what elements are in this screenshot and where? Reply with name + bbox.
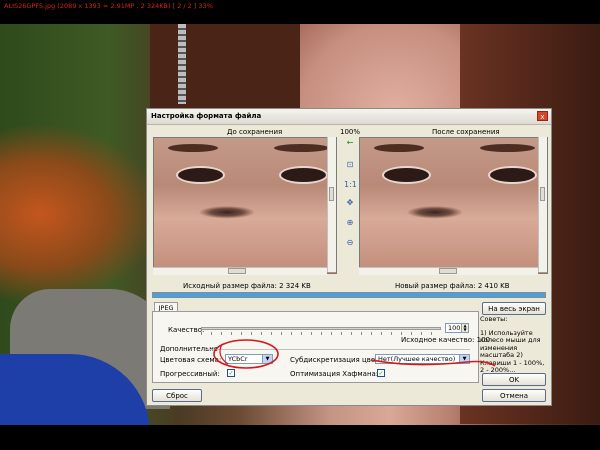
- cancel-button[interactable]: Отмена: [482, 389, 546, 402]
- ok-button[interactable]: OK: [482, 373, 546, 386]
- dialog-title: Настройка формата файла: [151, 112, 262, 120]
- actual-size-icon[interactable]: 1:1: [344, 179, 357, 191]
- before-vscroll[interactable]: [327, 137, 336, 272]
- viewer-title: ALIS26GPFS.jpg (2089 x 1393 = 2.91MP , 2…: [4, 2, 213, 10]
- subsampling-label: Субдискретизация цвета:: [290, 356, 386, 364]
- tips-panel: Советы: 1) Используйте колесо мыши для и…: [480, 315, 548, 375]
- before-save-label: До сохранения: [227, 128, 283, 136]
- huffman-checkbox[interactable]: ✓: [377, 369, 385, 377]
- color-scheme-select[interactable]: YCbCr ▼: [225, 354, 273, 364]
- progress-fill: [153, 293, 545, 297]
- quality-spinner[interactable]: 100 ▲ ▼: [445, 323, 469, 333]
- color-scheme-label: Цветовая схема:: [160, 356, 222, 364]
- before-hscroll[interactable]: [153, 267, 327, 275]
- zoom-out-icon[interactable]: ⊖: [344, 237, 356, 249]
- arrow-left-icon[interactable]: ←: [344, 137, 356, 149]
- quality-label: Качество:: [168, 326, 205, 334]
- after-save-label: После сохранения: [432, 128, 500, 136]
- after-hscroll[interactable]: [359, 267, 538, 275]
- close-button[interactable]: x: [537, 111, 548, 121]
- after-preview[interactable]: [359, 137, 548, 274]
- subsampling-select[interactable]: Нет(Лучшее качество) ▼: [375, 354, 470, 364]
- subsampling-value: Нет(Лучшее качество): [378, 355, 456, 363]
- original-quality: Исходное качество: 100: [401, 336, 490, 344]
- quality-value: 100: [448, 324, 461, 332]
- move-icon[interactable]: ✥: [344, 197, 356, 209]
- fullscreen-button[interactable]: На весь экран: [482, 302, 546, 315]
- spinner-arrows-icon[interactable]: ▲ ▼: [461, 324, 468, 332]
- progress-bar: [152, 292, 546, 298]
- chevron-down-icon[interactable]: ▼: [459, 355, 469, 363]
- progressive-label: Прогрессивный:: [160, 370, 220, 378]
- viewer-titlebar: ALIS26GPFS.jpg (2089 x 1393 = 2.91MP , 2…: [0, 0, 600, 24]
- file-format-dialog: Настройка формата файла x До сохранения …: [146, 108, 552, 406]
- tips-text: 1) Используйте колесо мыши для изменения…: [480, 328, 545, 374]
- original-size: Исходный размер файла: 2 324 KB: [183, 282, 311, 290]
- dialog-titlebar[interactable]: Настройка формата файла x: [147, 109, 551, 125]
- after-vscroll[interactable]: [538, 137, 547, 272]
- new-size: Новый размер файла: 2 410 KB: [395, 282, 510, 290]
- progressive-checkbox[interactable]: ✓: [227, 369, 235, 377]
- huffman-label: Оптимизация Хафмана:: [290, 370, 379, 378]
- zoom-level: 100%: [340, 128, 361, 136]
- quality-slider[interactable]: [201, 327, 441, 330]
- before-preview[interactable]: [153, 137, 337, 274]
- viewer-bottombar: [0, 425, 600, 450]
- tips-title: Советы:: [480, 315, 508, 323]
- zoom-in-icon[interactable]: ⊕: [344, 217, 356, 229]
- reset-button[interactable]: Сброс: [152, 389, 202, 402]
- fit-icon[interactable]: ⊡: [344, 159, 356, 171]
- color-scheme-value: YCbCr: [228, 355, 248, 363]
- chevron-down-icon[interactable]: ▼: [262, 355, 272, 363]
- jpeg-settings-panel: Качество: 100 ▲ ▼ Исходное качество: 100 …: [152, 311, 490, 383]
